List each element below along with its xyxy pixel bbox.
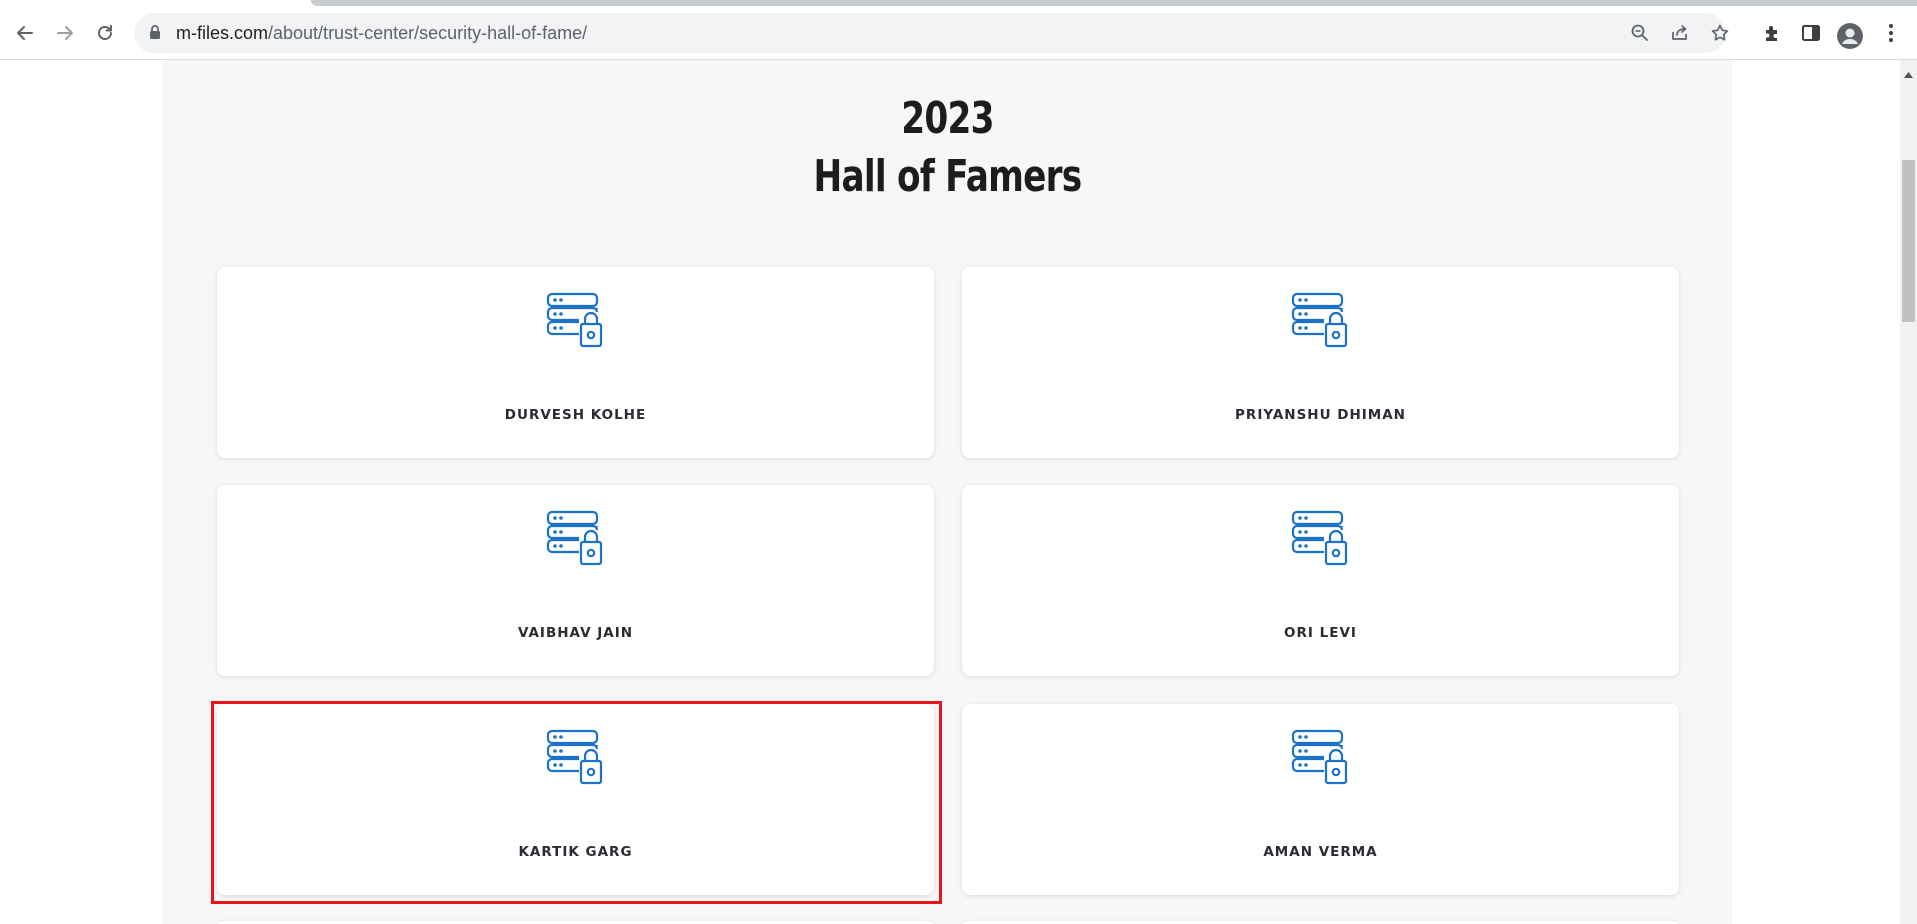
url-path: /about/trust-center/security-hall-of-fam… [268,23,588,43]
hall-of-fame-card: AMAN VERMA [962,704,1679,895]
bookmark-star-icon[interactable] [1708,21,1732,45]
card-name: DURVESH KOLHE [504,407,647,423]
tab-strip-background [311,0,1917,6]
url-host: m-files.com [176,23,269,43]
card-name: PRIYANSHU DHIMAN [1235,407,1406,423]
zoom-icon[interactable] [1628,21,1652,45]
lock-icon[interactable] [149,25,161,45]
reload-button[interactable] [89,17,121,49]
tab-strip [0,0,1917,7]
arrow-left-icon [17,26,33,40]
server-lock-icon [1291,509,1349,572]
page-viewport: 2023 Hall of Famers DURVESH KOLHE PRIYAN… [0,60,1900,924]
server-lock-icon [546,291,604,354]
hall-of-fame-card: VAIBHAV JAIN [217,485,934,676]
share-icon[interactable] [1668,21,1692,45]
extensions-icon[interactable] [1761,21,1785,45]
page-scrollbar[interactable] [1900,60,1917,924]
server-lock-icon [1291,728,1349,791]
scrollbar-thumb[interactable] [1902,160,1915,322]
hall-of-fame-card: DURVESH KOLHE [217,267,934,458]
year-heading: 2023 [901,93,994,144]
reload-icon [98,25,112,40]
scroll-up-arrow-icon[interactable] [1904,65,1913,83]
highlight-box [211,701,942,904]
forward-button[interactable] [49,17,81,49]
browser-toolbar: m-files.com/about/trust-center/security-… [0,7,1917,60]
profile-avatar[interactable] [1837,23,1863,49]
server-lock-icon [1291,291,1349,354]
side-panel-icon[interactable] [1799,21,1823,45]
arrow-right-icon [57,26,73,40]
person-icon [1837,23,1863,49]
card-name: ORI LEVI [1284,625,1357,641]
back-button[interactable] [9,17,41,49]
address-bar[interactable]: m-files.com/about/trust-center/security-… [134,13,1729,53]
server-lock-icon [546,509,604,572]
card-name: AMAN VERMA [1263,844,1378,860]
hall-of-fame-card: ORI LEVI [962,485,1679,676]
kebab-menu-icon[interactable] [1879,21,1903,45]
url-text[interactable]: m-files.com/about/trust-center/security-… [176,23,587,44]
hall-of-fame-card: PRIYANSHU DHIMAN [962,267,1679,458]
section-heading: 2023 Hall of Famers [336,90,1560,206]
card-name: VAIBHAV JAIN [517,625,634,641]
page-title: Hall of Famers [813,151,1083,202]
